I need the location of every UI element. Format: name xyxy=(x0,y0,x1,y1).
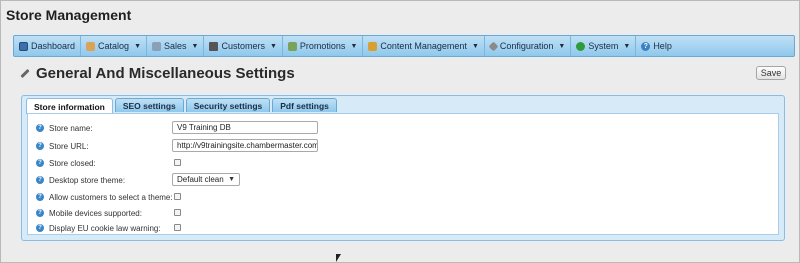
nav-promotions-label: Promotions xyxy=(299,41,346,51)
mobile-supported-label: Mobile devices supported: xyxy=(49,208,142,218)
desktop-theme-select[interactable]: Default clean ▼ xyxy=(172,173,240,186)
chevron-down-icon: ▼ xyxy=(269,42,277,50)
page-title: General And Miscellaneous Settings xyxy=(36,65,295,82)
form-row-store-url: ? Store URL: xyxy=(36,140,89,152)
save-button[interactable]: Save xyxy=(756,66,786,80)
tab-seo-settings[interactable]: SEO settings xyxy=(114,98,184,112)
nav-sales-label: Sales xyxy=(164,41,187,51)
tab-pdf-settings[interactable]: Pdf settings xyxy=(272,98,337,112)
nav-content-management[interactable]: Content Management ▼ xyxy=(363,36,485,56)
info-icon[interactable]: ? xyxy=(36,159,44,167)
chevron-down-icon: ▼ xyxy=(228,176,235,183)
form-row-mobile-supported: ? Mobile devices supported: xyxy=(36,207,142,219)
mouse-cursor-icon xyxy=(336,254,341,262)
nav-configuration-label: Configuration xyxy=(499,41,554,51)
store-url-label: Store URL: xyxy=(49,141,89,151)
sales-icon xyxy=(152,41,161,51)
nav-help[interactable]: ? Help xyxy=(636,36,677,56)
form-row-store-closed: ? Store closed: xyxy=(36,157,96,169)
info-icon[interactable]: ? xyxy=(36,224,44,232)
nav-dashboard[interactable]: Dashboard xyxy=(14,36,82,56)
allow-theme-checkbox[interactable] xyxy=(174,193,181,200)
info-icon[interactable]: ? xyxy=(36,176,44,184)
nav-help-label: Help xyxy=(653,41,672,51)
tab-strip: Store information SEO settings Security … xyxy=(26,98,337,114)
desktop-theme-value: Default clean xyxy=(177,175,224,184)
settings-tabs-panel: Store information SEO settings Security … xyxy=(21,95,785,241)
top-navigation: Dashboard Catalog ▼ Sales ▼ Customers ▼ … xyxy=(13,35,795,57)
form-row-store-name: ? Store name: xyxy=(36,122,93,134)
app-title: Store Management xyxy=(6,7,132,23)
promotions-icon xyxy=(287,41,297,51)
form-row-desktop-theme: ? Desktop store theme: xyxy=(36,174,125,186)
catalog-icon xyxy=(86,41,96,51)
dashboard-icon xyxy=(19,41,28,51)
desktop-theme-label: Desktop store theme: xyxy=(49,175,126,185)
nav-system[interactable]: System ▼ xyxy=(571,36,637,56)
nav-promotions[interactable]: Promotions ▼ xyxy=(283,36,364,56)
tab-store-information[interactable]: Store information xyxy=(26,98,113,114)
content-icon xyxy=(368,41,378,51)
nav-catalog[interactable]: Catalog ▼ xyxy=(81,36,147,56)
nav-content-management-label: Content Management xyxy=(380,41,467,51)
eu-cookie-checkbox[interactable] xyxy=(174,224,181,231)
store-closed-checkbox[interactable] xyxy=(174,159,181,166)
app-window: Store Management Dashboard Catalog ▼ Sal… xyxy=(0,0,800,263)
system-icon xyxy=(576,41,586,51)
allow-theme-label: Allow customers to select a theme: xyxy=(49,192,173,202)
nav-dashboard-label: Dashboard xyxy=(31,41,76,51)
chevron-down-icon: ▼ xyxy=(471,42,479,50)
chevron-down-icon: ▼ xyxy=(558,42,566,50)
info-icon[interactable]: ? xyxy=(36,142,44,150)
nav-sales[interactable]: Sales ▼ xyxy=(147,36,205,56)
store-information-form: ? Store name: V9 Training DB ? Store URL… xyxy=(27,113,779,235)
chevron-down-icon: ▼ xyxy=(623,42,631,50)
help-icon: ? xyxy=(641,41,651,51)
nav-configuration[interactable]: Configuration ▼ xyxy=(485,36,572,56)
form-row-allow-theme: ? Allow customers to select a theme: xyxy=(36,191,173,203)
eu-cookie-label: Display EU cookie law warning: xyxy=(49,223,161,233)
store-name-label: Store name: xyxy=(49,123,93,133)
nav-customers[interactable]: Customers ▼ xyxy=(204,36,283,56)
form-row-eu-cookie: ? Display EU cookie law warning: xyxy=(36,222,161,234)
store-url-input[interactable]: http://v9trainingsite.chambermaster.com. xyxy=(172,139,318,152)
chevron-down-icon: ▼ xyxy=(191,42,199,50)
info-icon[interactable]: ? xyxy=(36,124,44,132)
nav-customers-label: Customers xyxy=(221,41,265,51)
mobile-supported-checkbox[interactable] xyxy=(174,209,181,216)
info-icon[interactable]: ? xyxy=(36,209,44,217)
nav-system-label: System xyxy=(588,41,619,51)
tab-security-settings[interactable]: Security settings xyxy=(185,98,271,112)
page-header: General And Miscellaneous Settings xyxy=(19,65,295,82)
info-icon[interactable]: ? xyxy=(36,193,44,201)
wrench-icon xyxy=(19,68,30,79)
wrench-icon xyxy=(488,41,499,51)
chevron-down-icon: ▼ xyxy=(350,42,358,50)
chevron-down-icon: ▼ xyxy=(134,42,141,50)
customers-icon xyxy=(209,41,219,51)
nav-catalog-label: Catalog xyxy=(98,41,130,51)
store-name-input[interactable]: V9 Training DB xyxy=(172,121,318,134)
store-closed-label: Store closed: xyxy=(49,158,96,168)
